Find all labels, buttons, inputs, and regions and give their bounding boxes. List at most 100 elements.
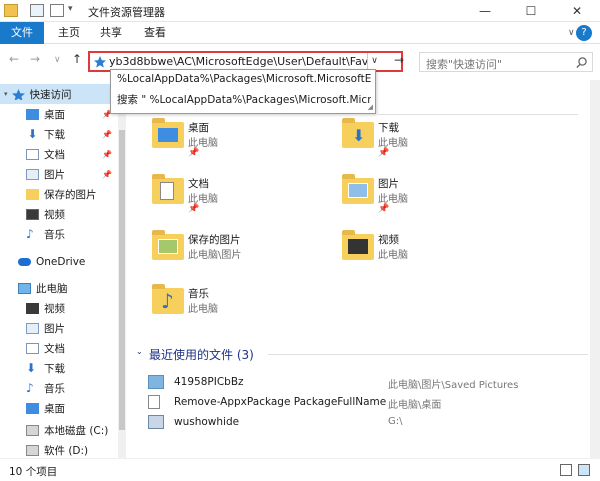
folder-tile-desktop[interactable]: 桌面 此电脑 📌	[152, 118, 342, 166]
section-collapse-icon[interactable]: ⌄	[136, 347, 143, 356]
file-path: 此电脑\图片\Saved Pictures	[388, 380, 519, 391]
cloud-icon	[18, 258, 31, 266]
large-icons-view-icon[interactable]	[578, 464, 590, 476]
folder-tile-music[interactable]: ♪ 音乐 此电脑	[152, 284, 342, 332]
recent-file-row[interactable]: Remove-AppxPackage PackageFullName 此电脑\桌…	[148, 393, 588, 413]
folder-tile-downloads[interactable]: ⬇ 下载 此电脑 📌	[342, 118, 532, 166]
nav-this-pc[interactable]: 此电脑	[0, 278, 125, 298]
resize-grip-icon[interactable]: ◢	[368, 103, 373, 111]
file-name: Remove-AppxPackage PackageFullName	[174, 396, 387, 408]
tile-location: 此电脑	[378, 194, 408, 205]
address-dropdown-button[interactable]: ∨	[367, 53, 381, 70]
folder-tile-pictures[interactable]: 图片 此电脑 📌	[342, 174, 532, 222]
nav-pc-music[interactable]: ♪ 音乐	[0, 378, 125, 398]
autocomplete-item[interactable]: %LocalAppData%\Packages\Microsoft.Micros…	[117, 73, 371, 85]
nav-item-music[interactable]: ♪ 音乐	[0, 224, 125, 244]
details-view-icon[interactable]	[560, 464, 572, 476]
nav-pc-downloads[interactable]: ⬇ 下载	[0, 358, 125, 378]
nav-item-saved-pictures[interactable]: 保存的图片	[0, 184, 125, 204]
minimize-button[interactable]: —	[462, 0, 508, 22]
close-button[interactable]: ✕	[554, 0, 600, 22]
installer-file-icon	[148, 415, 164, 429]
tile-name: 图片	[378, 178, 399, 190]
nav-label: 桌面	[44, 402, 65, 415]
search-input[interactable]: 搜索"快速访问"	[426, 56, 502, 72]
computer-icon	[18, 282, 31, 294]
tile-name: 视频	[378, 234, 399, 246]
nav-quick-access[interactable]: ▾ 快速访问	[0, 84, 125, 104]
search-icon[interactable]	[576, 57, 587, 68]
pin-icon: 📌	[102, 129, 112, 139]
nav-label: 视频	[44, 208, 65, 221]
scroll-thumb[interactable]	[119, 130, 125, 430]
tab-home[interactable]: 主页	[46, 22, 92, 44]
help-button[interactable]: ?	[576, 25, 592, 41]
status-bar: 10 个项目	[0, 458, 600, 481]
tile-location: 此电脑	[188, 138, 218, 149]
navigation-scrollbar[interactable]	[118, 80, 126, 458]
nav-item-pictures[interactable]: 图片 📌	[0, 164, 125, 184]
nav-label: 视频	[44, 302, 65, 315]
window-title: 文件资源管理器	[88, 6, 165, 19]
nav-pc-drive-c[interactable]: 本地磁盘 (C:)	[0, 420, 125, 440]
folder-icon	[152, 230, 184, 260]
nav-label: 桌面	[44, 108, 65, 121]
forward-button[interactable]: →	[30, 52, 40, 66]
nav-pc-drive-d[interactable]: 软件 (D:)	[0, 440, 125, 460]
pin-icon: 📌	[102, 149, 112, 159]
drive-icon	[26, 424, 39, 436]
text-file-icon	[148, 395, 160, 409]
tab-share[interactable]: 共享	[88, 22, 134, 44]
download-arrow-icon: ⬇	[26, 360, 37, 375]
tile-name: 文档	[188, 178, 209, 190]
document-icon	[26, 148, 39, 160]
pictures-icon	[26, 168, 39, 180]
nav-item-documents[interactable]: 文档 📌	[0, 144, 125, 164]
content-scrollbar[interactable]	[590, 80, 600, 458]
nav-item-downloads[interactable]: ⬇ 下载 📌	[0, 124, 125, 144]
nav-onedrive[interactable]: OneDrive	[0, 252, 125, 272]
nav-pc-documents[interactable]: 文档	[0, 338, 125, 358]
folder-icon	[26, 188, 39, 200]
nav-label: 下载	[44, 128, 65, 141]
folder-tile-saved-pictures[interactable]: 保存的图片 此电脑\图片	[152, 230, 342, 278]
nav-label: 此电脑	[36, 282, 68, 295]
properties-icon[interactable]	[30, 4, 44, 17]
folder-icon: ♪	[152, 284, 184, 314]
up-button[interactable]: ↑	[72, 52, 82, 66]
new-folder-icon[interactable]	[50, 4, 64, 17]
recent-file-row[interactable]: wushowhide G:\	[148, 413, 588, 433]
nav-pc-pictures[interactable]: 图片	[0, 318, 125, 338]
address-input[interactable]: yb3d8bbwe\AC\MicrosoftEdge\User\Default\…	[109, 55, 369, 68]
navigation-pane: ▾ 快速访问 桌面 📌 ⬇ 下载 📌 文档 📌 图片 📌 保存的图片 视频 ♪ …	[0, 80, 125, 458]
customize-quick-access-icon[interactable]: ▾	[68, 4, 78, 17]
search-box[interactable]: 搜索"快速访问"	[419, 52, 593, 72]
tab-view[interactable]: 查看	[132, 22, 178, 44]
recent-file-row[interactable]: 41958PICbBz 此电脑\图片\Saved Pictures	[148, 373, 588, 393]
nav-label: OneDrive	[36, 256, 86, 268]
back-button[interactable]: ←	[9, 52, 19, 66]
go-button[interactable]: →	[394, 53, 404, 67]
nav-item-desktop[interactable]: 桌面 📌	[0, 104, 125, 124]
folder-tile-videos[interactable]: 视频 此电脑	[342, 230, 532, 278]
recent-locations-button[interactable]: ∨	[54, 55, 61, 65]
nav-item-videos[interactable]: 视频	[0, 204, 125, 224]
section-divider	[378, 114, 578, 115]
title-bar: ▾ 文件资源管理器 — ☐ ✕	[0, 0, 600, 22]
tile-location: 此电脑	[378, 250, 408, 261]
nav-label: 快速访问	[29, 88, 72, 101]
recent-files-header[interactable]: 最近使用的文件 (3)	[149, 346, 254, 363]
section-divider	[268, 354, 588, 355]
tile-name: 保存的图片	[188, 234, 241, 246]
autocomplete-search-item[interactable]: 搜索 " %LocalAppData%\Packages\Microsoft.M…	[117, 92, 371, 107]
content-area: 桌面 此电脑 📌 ⬇ 下载 此电脑 📌 文档 此电脑 📌 图片 此电脑 📌 保存…	[128, 80, 590, 458]
folder-tile-documents[interactable]: 文档 此电脑 📌	[152, 174, 342, 222]
nav-pc-desktop[interactable]: 桌面	[0, 398, 125, 418]
tile-name: 下载	[378, 122, 399, 134]
nav-pc-videos[interactable]: 视频	[0, 298, 125, 318]
maximize-button[interactable]: ☐	[508, 0, 554, 22]
folder-icon	[342, 174, 374, 204]
expand-arrow-icon[interactable]: ▾	[4, 90, 8, 98]
tab-file[interactable]: 文件	[0, 22, 44, 44]
nav-label: 图片	[44, 168, 65, 181]
